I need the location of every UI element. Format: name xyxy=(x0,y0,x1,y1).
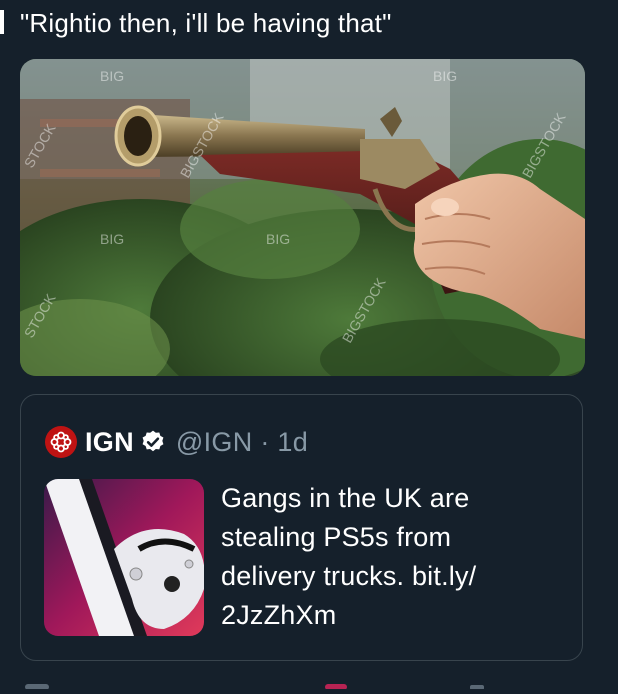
tweet-image[interactable]: BIG BIG BIG BIG BIGSTOCK BIGSTOCK BIGSTO… xyxy=(20,59,585,376)
ps5-console-image xyxy=(44,479,204,636)
quoted-handle-time[interactable]: @IGN · 1d xyxy=(176,427,308,458)
quoted-tweet-text: Gangs in the UK are stealing PS5s from d… xyxy=(221,479,551,635)
quoted-text-line[interactable]: 2JzZhXm xyxy=(221,596,551,635)
watermark-text: BIG xyxy=(433,68,457,84)
left-edge-marker xyxy=(0,10,4,34)
quoted-tweet[interactable]: IGN @IGN · 1d Gangs in the UK are steali… xyxy=(20,394,583,661)
watermark-text: BIG xyxy=(100,231,124,247)
verified-badge-icon xyxy=(142,430,164,452)
ign-avatar[interactable] xyxy=(45,426,77,458)
tweet-text: "Rightio then, i'll be having that" xyxy=(20,8,392,38)
flintlock-pistol-photo: BIG BIG BIG BIG BIGSTOCK BIGSTOCK BIGSTO… xyxy=(20,59,585,376)
quoted-tweet-header: IGN @IGN · 1d xyxy=(45,425,308,459)
quoted-display-name[interactable]: IGN xyxy=(85,427,134,458)
ign-logo-icon xyxy=(50,431,72,453)
watermark-text: BIG xyxy=(266,231,290,247)
quoted-text-line: Gangs in the UK are xyxy=(221,483,470,513)
quoted-thumbnail[interactable] xyxy=(44,479,204,636)
quoted-text-line: stealing PS5s from xyxy=(221,522,452,552)
watermark-text: BIG xyxy=(100,68,124,84)
quoted-text-line[interactable]: delivery trucks. bit.ly/ xyxy=(221,557,551,596)
action-bar-edge xyxy=(0,676,618,690)
